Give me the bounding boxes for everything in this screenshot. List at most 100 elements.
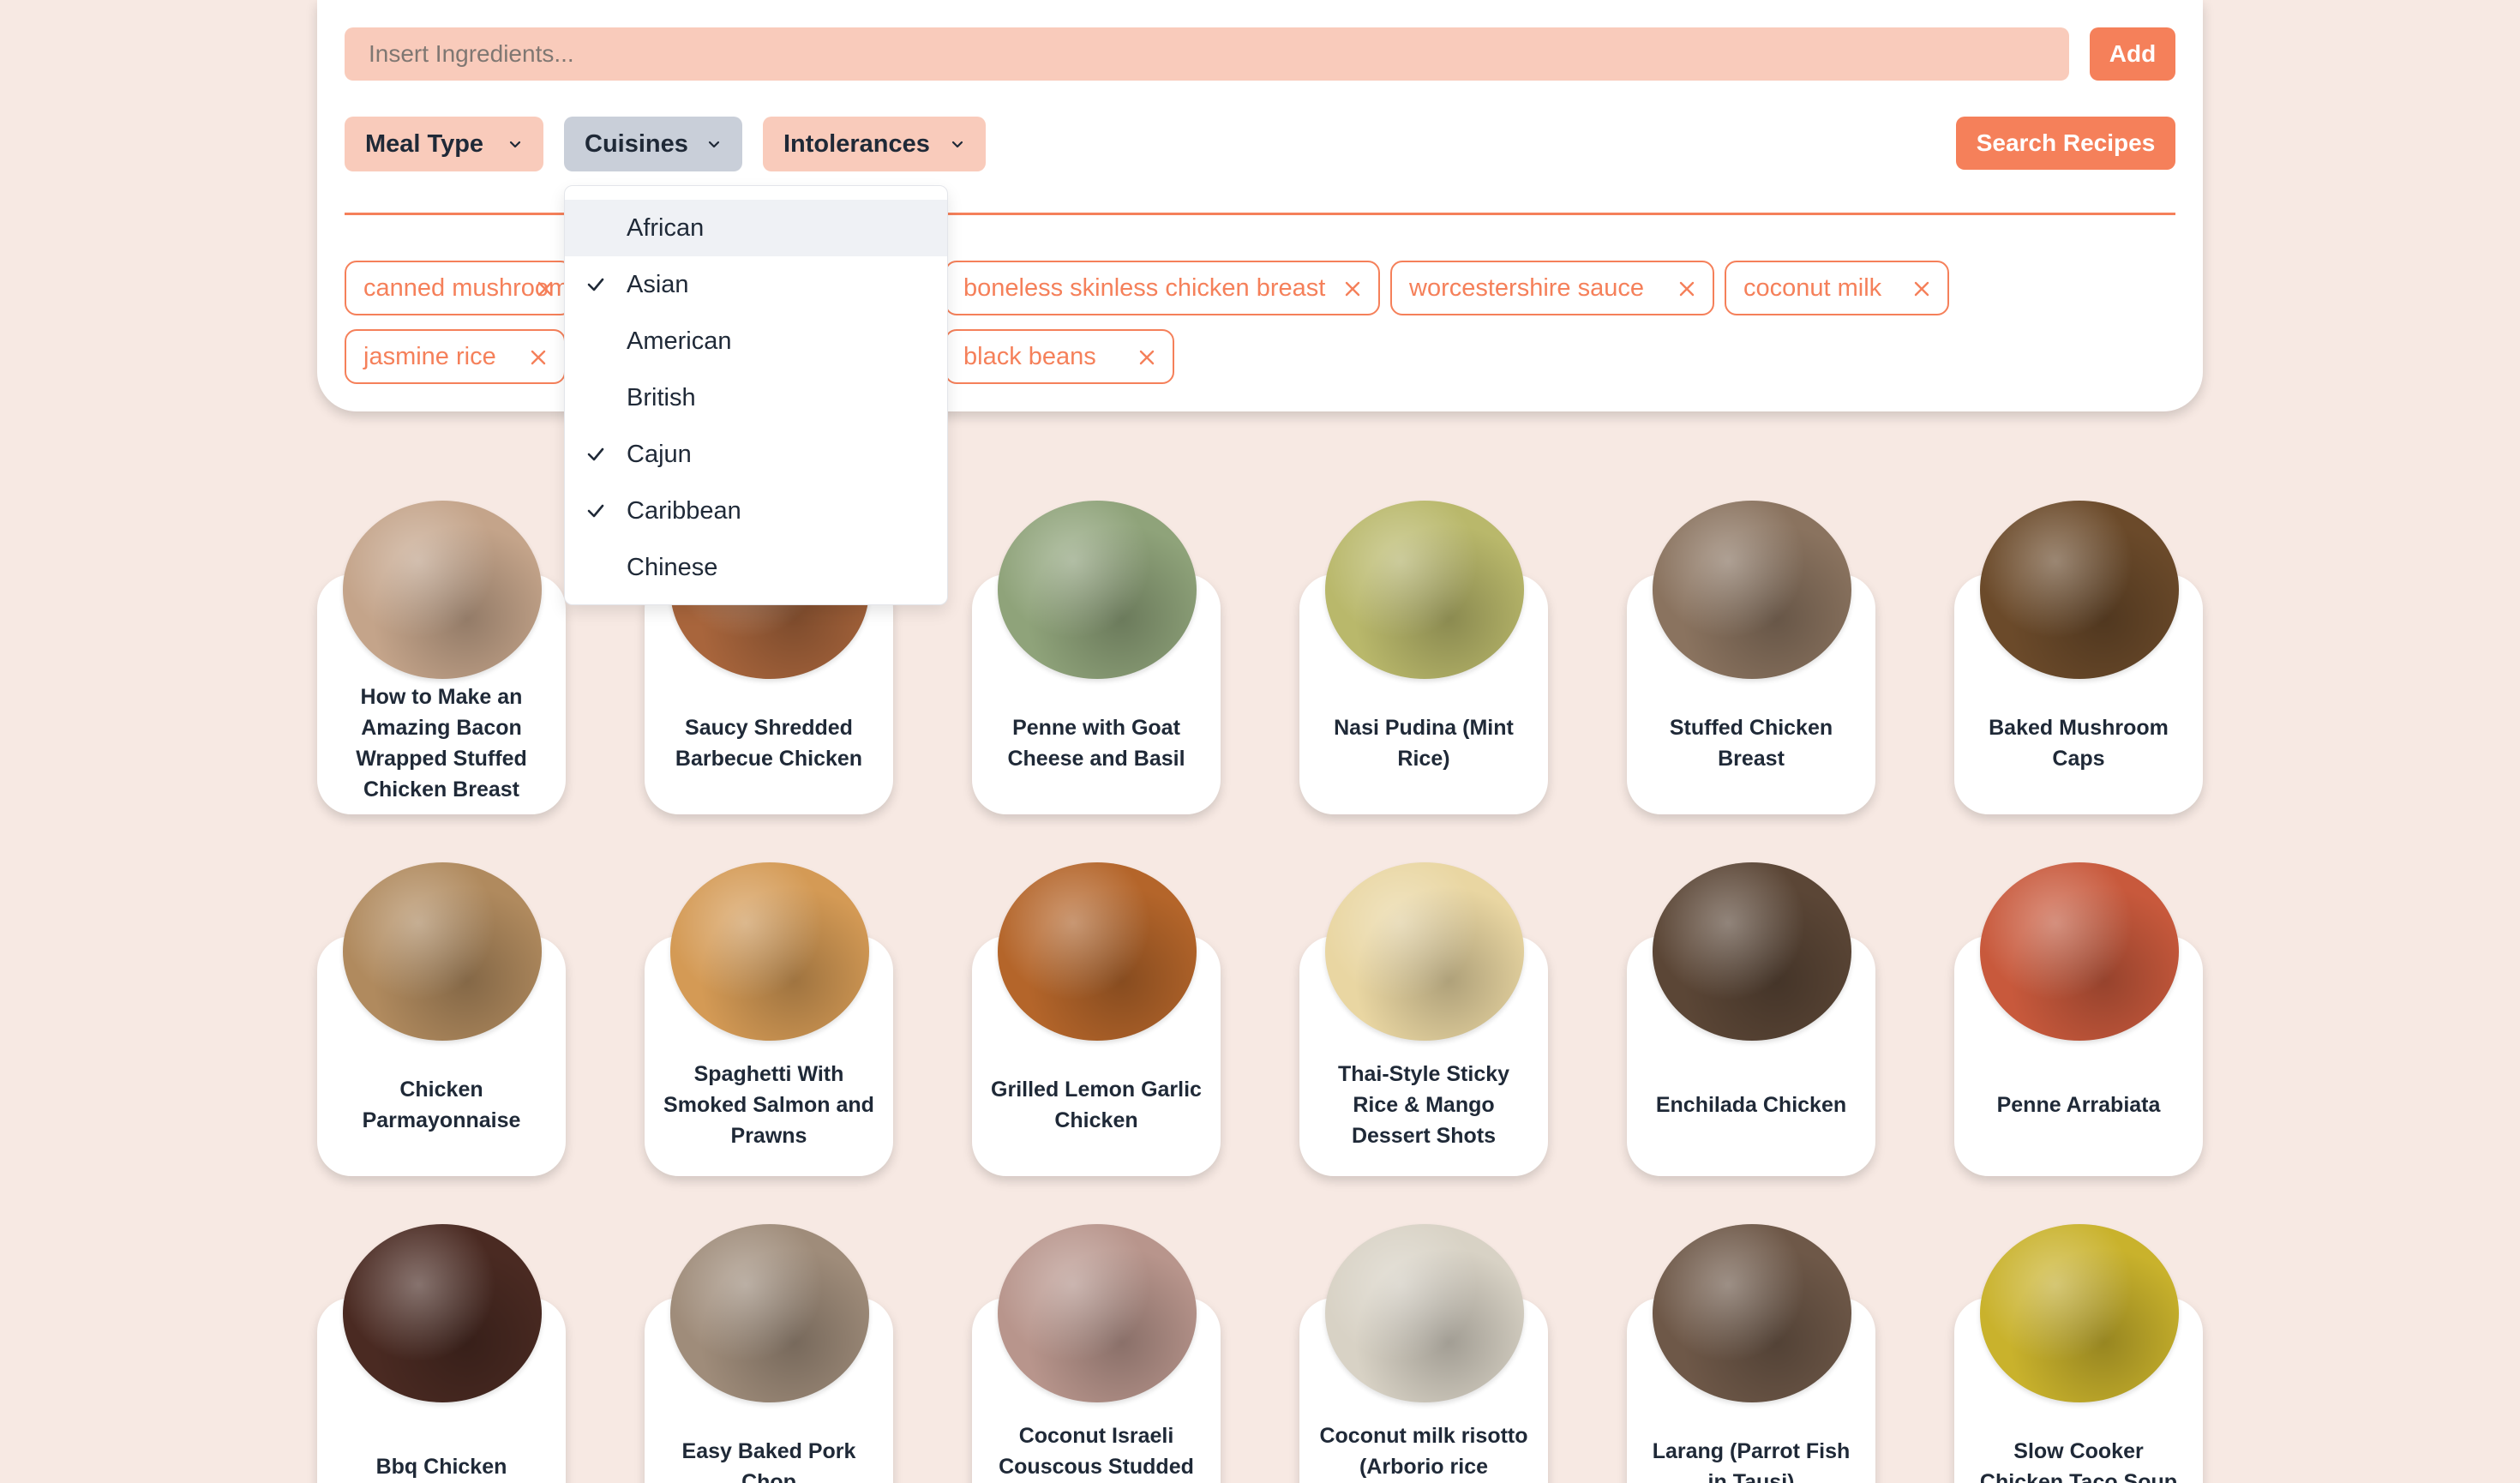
- recipe-title: Stuffed Chicken Breast: [1669, 716, 1833, 771]
- recipe-card[interactable]: Baked Mushroom Caps: [1954, 501, 2203, 814]
- recipe-image: [1325, 1224, 1524, 1402]
- cuisine-option-label: Chinese: [627, 553, 718, 581]
- recipe-title: Baked Mushroom Caps: [1989, 716, 2169, 771]
- recipe-card[interactable]: Thai-Style Sticky Rice & Mango Dessert S…: [1299, 862, 1548, 1176]
- cuisine-option-label: Caribbean: [627, 496, 741, 525]
- recipe-card[interactable]: Coconut Israeli Couscous Studded With Po…: [972, 1224, 1221, 1483]
- cuisine-option[interactable]: Cajun: [565, 426, 947, 483]
- recipe-card[interactable]: Saucy Shredded Barbecue Chicken: [645, 501, 893, 814]
- meal-type-dropdown[interactable]: Meal Type: [345, 117, 543, 171]
- cuisine-option-label: Cajun: [627, 440, 692, 468]
- recipe-card[interactable]: Bbq Chicken: [317, 1224, 566, 1483]
- check-icon: [587, 447, 604, 461]
- cuisine-menu: African Asian American British Cajun Caribbea…: [564, 185, 948, 605]
- recipe-card[interactable]: Penne Arrabiata: [1954, 862, 2203, 1176]
- ingredient-chip-label: worcestershire sauce: [1409, 273, 1644, 302]
- check-icon: [587, 504, 604, 518]
- cuisine-option[interactable]: Caribbean: [565, 483, 947, 539]
- cuisine-option[interactable]: Chinese: [565, 539, 947, 596]
- recipe-title: Penne Arrabiata: [1996, 1093, 2161, 1117]
- ingredient-chip-label: boneless skinless chicken breast: [963, 273, 1326, 302]
- recipe-image: [343, 1224, 542, 1402]
- cuisines-label: Cuisines: [585, 129, 688, 158]
- ingredient-search-input[interactable]: [345, 27, 2069, 81]
- cuisine-option-label: American: [627, 327, 732, 355]
- recipe-image: [1653, 1224, 1851, 1402]
- ingredient-chip: black beans: [945, 329, 1174, 384]
- add-ingredient-button[interactable]: Add: [2090, 27, 2175, 81]
- recipe-card[interactable]: Easy Baked Pork Chop: [645, 1224, 893, 1483]
- recipe-card[interactable]: Nasi Pudina (Mint Rice): [1299, 501, 1548, 814]
- close-icon[interactable]: [1137, 347, 1157, 368]
- recipe-image: [1980, 1224, 2179, 1402]
- recipe-title: Penne with Goat Cheese and Basil: [1007, 716, 1185, 771]
- check-icon: [587, 278, 604, 291]
- recipe-card[interactable]: Chicken Parmayonnaise: [317, 862, 566, 1176]
- recipe-image: [1325, 862, 1524, 1041]
- cuisine-option-label: British: [627, 383, 696, 411]
- ingredient-chip-label: black beans: [963, 342, 1096, 370]
- recipe-title: Bbq Chicken: [375, 1455, 507, 1479]
- recipe-image: [998, 501, 1197, 679]
- recipe-card[interactable]: Spaghetti With Smoked Salmon and Prawns: [645, 862, 893, 1176]
- close-icon[interactable]: [1342, 279, 1363, 299]
- cuisine-option-label: Asian: [627, 270, 689, 298]
- cuisine-option[interactable]: African: [565, 200, 947, 256]
- cuisines-dropdown[interactable]: Cuisines: [564, 117, 742, 171]
- ingredient-chip-label: jasmine rice: [363, 342, 496, 370]
- close-icon[interactable]: [528, 347, 549, 368]
- recipe-card[interactable]: Enchilada Chicken: [1627, 862, 1875, 1176]
- meal-type-label: Meal Type: [365, 129, 484, 158]
- recipe-image: [998, 1224, 1197, 1402]
- ingredient-chip: boneless skinless chicken breast: [945, 261, 1380, 315]
- intolerances-label: Intolerances: [783, 129, 930, 158]
- recipe-card[interactable]: How to Make an Amazing Bacon Wrapped Stu…: [317, 501, 566, 814]
- recipe-title: Grilled Lemon Garlic Chicken: [991, 1078, 1202, 1132]
- recipe-card[interactable]: Grilled Lemon Garlic Chicken: [972, 862, 1221, 1176]
- ingredient-chip: jasmine rice: [345, 329, 566, 384]
- recipe-title: Slow Cooker Chicken Taco Soup: [1979, 1439, 2178, 1483]
- close-icon[interactable]: [1677, 279, 1697, 299]
- cuisine-option-label: African: [627, 213, 705, 242]
- recipe-image: [670, 1224, 869, 1402]
- recipe-title: Spaghetti With Smoked Salmon and Prawns: [663, 1062, 874, 1148]
- recipe-title: Nasi Pudina (Mint Rice): [1334, 716, 1514, 771]
- chevron-down-icon: [509, 141, 521, 148]
- search-recipes-button[interactable]: Search Recipes: [1956, 117, 2175, 170]
- recipe-title: Saucy Shredded Barbecue Chicken: [675, 716, 863, 771]
- recipe-title: Enchilada Chicken: [1655, 1093, 1847, 1117]
- recipe-title: Thai-Style Sticky Rice & Mango Dessert S…: [1337, 1062, 1510, 1148]
- ingredient-chip-label: coconut milk: [1743, 273, 1882, 302]
- recipe-card[interactable]: Larang (Parrot Fish in Tausi): [1627, 1224, 1875, 1483]
- close-icon[interactable]: [535, 279, 555, 299]
- recipe-image: [1980, 501, 2179, 679]
- recipe-title: Larang (Parrot Fish in Tausi): [1652, 1439, 1851, 1483]
- cuisine-option[interactable]: Asian: [565, 256, 947, 313]
- recipe-image: [343, 501, 542, 679]
- recipe-card[interactable]: Penne with Goat Cheese and Basil: [972, 501, 1221, 814]
- recipe-image: [1325, 501, 1524, 679]
- recipe-title: How to Make an Amazing Bacon Wrapped Stu…: [356, 685, 527, 802]
- recipe-title: Coconut Israeli Couscous Studded With Po…: [999, 1424, 1194, 1479]
- recipe-image: [1653, 862, 1851, 1041]
- recipe-image: [343, 862, 542, 1041]
- recipe-card[interactable]: Slow Cooker Chicken Taco Soup: [1954, 1224, 2203, 1483]
- chevron-down-icon: [708, 141, 720, 148]
- cuisine-option[interactable]: American: [565, 313, 947, 369]
- recipe-title: Coconut milk risotto (Arborio rice puddi…: [1319, 1424, 1528, 1479]
- recipe-title: Chicken Parmayonnaise: [362, 1078, 521, 1132]
- recipe-image: [998, 862, 1197, 1041]
- recipe-image: [1980, 862, 2179, 1041]
- ingredient-chip: coconut milk: [1725, 261, 1949, 315]
- recipe-card[interactable]: Stuffed Chicken Breast: [1627, 501, 1875, 814]
- intolerances-dropdown[interactable]: Intolerances: [763, 117, 986, 171]
- cuisine-option[interactable]: British: [565, 369, 947, 426]
- close-icon[interactable]: [1911, 279, 1932, 299]
- chevron-down-icon: [951, 141, 963, 148]
- recipe-card[interactable]: Coconut milk risotto (Arborio rice puddi…: [1299, 1224, 1548, 1483]
- recipe-title: Easy Baked Pork Chop: [681, 1439, 856, 1483]
- recipe-image: [1653, 501, 1851, 679]
- ingredient-chip: canned mushrooms: [345, 261, 573, 315]
- ingredient-chip: worcestershire sauce: [1390, 261, 1714, 315]
- recipe-image: [670, 862, 869, 1041]
